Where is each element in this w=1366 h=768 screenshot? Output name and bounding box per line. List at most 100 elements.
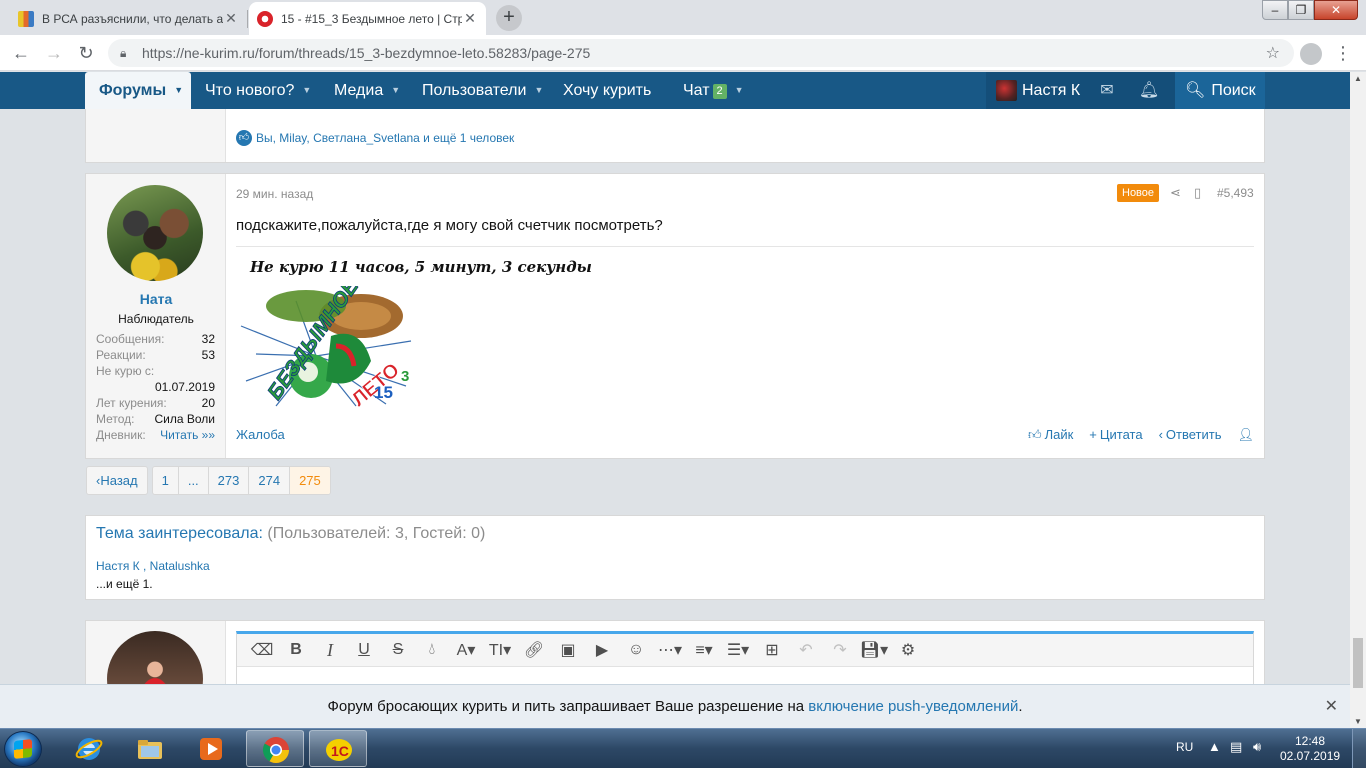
smiley-icon[interactable]: ☺ bbox=[619, 641, 653, 659]
post-time[interactable]: 29 мин. назад bbox=[236, 187, 313, 201]
new-tab-button[interactable]: + bbox=[496, 5, 522, 31]
previous-post: 👍︎ Вы, Milay, Светлана_Svetlana и ещё 1 … bbox=[85, 109, 1265, 163]
like-button[interactable]: 👍︎ Лайк bbox=[1028, 427, 1073, 443]
text-color-icon[interactable]: 💧︎ bbox=[415, 641, 449, 659]
align-icon[interactable]: ≡▾ bbox=[687, 640, 721, 660]
nav-forums[interactable]: Форумы ▼ bbox=[85, 72, 191, 109]
taskbar-1c[interactable]: 1С bbox=[309, 730, 367, 767]
user-menu-icon[interactable]: 👤︎ bbox=[1237, 427, 1254, 443]
browser-tab[interactable]: В РСА разъяснили, что делать а ✕ bbox=[10, 2, 247, 35]
scroll-up-icon[interactable]: ▲ bbox=[1354, 74, 1362, 83]
bookmark-icon[interactable]: ▯ bbox=[1194, 185, 1201, 201]
scroll-down-icon[interactable]: ▼ bbox=[1354, 717, 1362, 726]
prev-page-button[interactable]: ‹Назад bbox=[86, 466, 148, 495]
more-icon[interactable]: ⋯▾ bbox=[653, 640, 687, 660]
back-arrow-icon[interactable]: ← bbox=[9, 41, 33, 65]
user-column bbox=[86, 109, 226, 162]
minimize-window-button[interactable]: – bbox=[1262, 0, 1288, 20]
close-tab-icon[interactable]: ✕ bbox=[223, 10, 239, 27]
viewers-list[interactable]: Настя К , Natalushka bbox=[96, 559, 210, 573]
taskbar-chrome[interactable] bbox=[246, 730, 304, 767]
share-icon[interactable]: ⋖ bbox=[1170, 185, 1181, 201]
nav-users[interactable]: Пользователи ▼ bbox=[422, 72, 543, 109]
drafts-icon[interactable]: 💾︎▾ bbox=[857, 640, 891, 660]
bookmark-star-icon[interactable]: ☆ bbox=[1266, 43, 1280, 63]
browser-tab-active[interactable]: 15 - #15_3 Бездымное лето | Стр ✕ bbox=[249, 2, 486, 35]
underline-icon[interactable]: U bbox=[347, 641, 381, 659]
post-number[interactable]: #5,493 bbox=[1217, 186, 1254, 200]
page-link[interactable]: 273 bbox=[209, 467, 250, 494]
forward-arrow-icon[interactable]: → bbox=[42, 41, 66, 65]
chevron-down-icon[interactable]: ▼ bbox=[391, 72, 400, 109]
profile-avatar-icon[interactable] bbox=[1300, 43, 1322, 65]
image-icon[interactable]: ▣ bbox=[551, 640, 585, 660]
settings-gear-icon[interactable]: ⚙ bbox=[891, 640, 925, 660]
maximize-window-button[interactable]: ❐ bbox=[1288, 0, 1314, 20]
close-tab-icon[interactable]: ✕ bbox=[462, 10, 478, 27]
reactions-list[interactable]: Вы, Milay, Светлана_Svetlana и ещё 1 чел… bbox=[256, 131, 514, 145]
page-link[interactable]: 1 bbox=[153, 467, 179, 494]
viewers-title-lead[interactable]: Тема заинтересовала: bbox=[96, 525, 263, 542]
chevron-down-icon[interactable]: ▼ bbox=[302, 72, 311, 109]
address-bar[interactable]: 🔒︎ https://ne-kurim.ru/forum/threads/15_… bbox=[108, 39, 1294, 67]
report-link[interactable]: Жалоба bbox=[236, 427, 285, 442]
chevron-down-icon[interactable]: ▼ bbox=[735, 72, 744, 109]
close-window-button[interactable]: ✕ bbox=[1314, 0, 1358, 20]
nav-media[interactable]: Медиа ▼ bbox=[334, 72, 400, 109]
show-desktop-button[interactable] bbox=[1352, 729, 1366, 768]
quote-button[interactable]: + Цитата bbox=[1089, 427, 1142, 443]
taskbar-media-player[interactable] bbox=[182, 730, 240, 767]
reply-button[interactable]: ‹ Ответить bbox=[1159, 427, 1222, 443]
post-username[interactable]: Ната bbox=[86, 291, 226, 307]
volume-icon[interactable]: 🔊︎ bbox=[1253, 739, 1261, 755]
italic-icon[interactable]: I bbox=[313, 640, 347, 661]
thumbs-up-icon: 👍︎ bbox=[1027, 427, 1042, 442]
stat-value: Сила Воли bbox=[154, 412, 216, 426]
page-jump[interactable]: ... bbox=[179, 467, 209, 494]
diary-read-link[interactable]: Читать »» bbox=[160, 427, 215, 443]
nav-chat[interactable]: Чат 2 ▼ bbox=[683, 72, 744, 109]
scroll-thumb[interactable] bbox=[1353, 638, 1363, 688]
nav-search[interactable]: 🔍︎ Поиск bbox=[1175, 72, 1265, 109]
page-scrollbar[interactable]: ▲ ▼ bbox=[1350, 72, 1366, 728]
reload-icon[interactable]: ↻ bbox=[74, 41, 98, 65]
chevron-down-icon[interactable]: ▼ bbox=[174, 72, 183, 109]
font-size-icon[interactable]: TI▾ bbox=[483, 640, 517, 660]
inbox-envelope-icon[interactable]: ✉ bbox=[1096, 72, 1118, 109]
tray-arrow-icon[interactable]: ▲ bbox=[1208, 739, 1221, 754]
list-icon[interactable]: ☰▾ bbox=[721, 640, 755, 660]
taskbar-explorer[interactable] bbox=[121, 730, 179, 767]
taskbar-ie[interactable] bbox=[60, 730, 118, 767]
nav-want-smoke[interactable]: Хочу курить bbox=[563, 72, 651, 109]
reactions-bar[interactable]: 👍︎ Вы, Milay, Светлана_Svetlana и ещё 1 … bbox=[236, 130, 514, 146]
start-button[interactable] bbox=[4, 731, 42, 767]
bold-icon[interactable]: B bbox=[279, 641, 313, 659]
font-family-icon[interactable]: A▾ bbox=[449, 640, 483, 660]
logo-number-sub: 3 bbox=[401, 368, 409, 385]
redo-icon[interactable]: ↷ bbox=[823, 640, 857, 660]
strikethrough-icon[interactable]: S bbox=[381, 641, 415, 659]
network-icon[interactable]: ▤ bbox=[1230, 739, 1242, 755]
user-avatar[interactable] bbox=[107, 185, 203, 281]
url-text[interactable]: https://ne-kurim.ru/forum/threads/15_3-b… bbox=[142, 45, 590, 61]
system-clock[interactable]: 12:48 02.07.2019 bbox=[1280, 734, 1340, 764]
language-indicator[interactable]: RU bbox=[1176, 740, 1193, 754]
video-icon[interactable]: ▶ bbox=[585, 640, 619, 660]
alerts-bell-icon[interactable]: 🔔︎ bbox=[1138, 72, 1160, 109]
browser-menu-icon[interactable]: ⋮ bbox=[1334, 41, 1352, 65]
no-smoking-favicon-icon bbox=[257, 10, 273, 27]
table-icon[interactable]: ⊞ bbox=[755, 640, 789, 660]
chevron-down-icon[interactable]: ▼ bbox=[534, 72, 543, 109]
undo-icon[interactable]: ↶ bbox=[789, 640, 823, 660]
close-notice-icon[interactable]: ✕ bbox=[1325, 685, 1338, 728]
nav-whats-new[interactable]: Что нового? ▼ bbox=[205, 72, 311, 109]
current-page[interactable]: 275 bbox=[290, 467, 330, 494]
eraser-icon[interactable]: ⌫ bbox=[245, 640, 279, 660]
stat-value: 20 bbox=[201, 396, 215, 410]
link-icon[interactable]: 🔗︎ bbox=[517, 640, 551, 660]
page-link[interactable]: 274 bbox=[249, 467, 291, 494]
reply-editor[interactable]: ⌫ B I U S 💧︎ A▾ TI▾ 🔗︎ ▣ ▶ ☺ ⋯▾ ≡▾ ☰▾ ⊞ … bbox=[236, 631, 1254, 691]
enable-push-link[interactable]: включение push-уведомлений bbox=[808, 698, 1018, 715]
account-avatar[interactable] bbox=[996, 80, 1017, 101]
nav-account[interactable]: Настя К bbox=[1022, 72, 1080, 109]
